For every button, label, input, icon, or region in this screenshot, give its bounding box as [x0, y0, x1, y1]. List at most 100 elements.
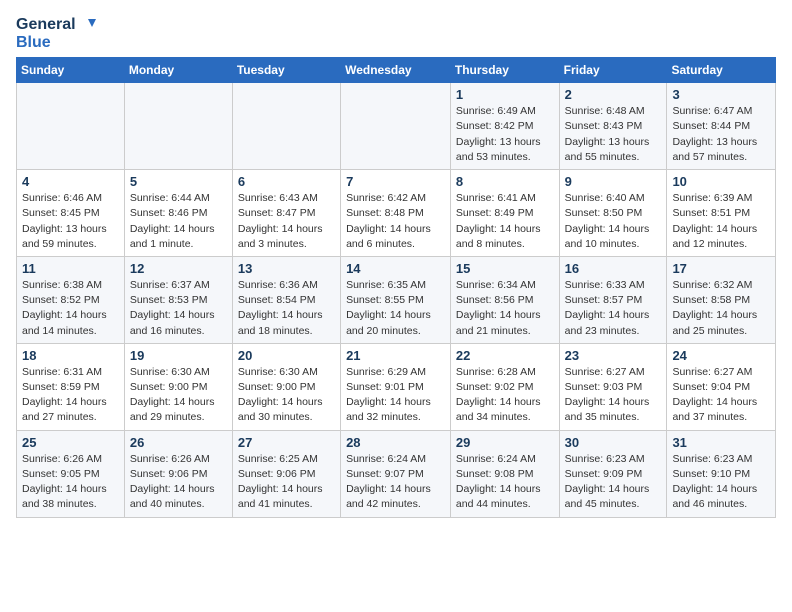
- calendar-cell: 10 Sunrise: 6:39 AM Sunset: 8:51 PM Dayli…: [667, 170, 776, 257]
- day-info: Sunrise: 6:48 AM Sunset: 8:43 PM Dayligh…: [565, 104, 662, 165]
- day-number: 1: [456, 87, 554, 102]
- calendar-cell: 24 Sunrise: 6:27 AM Sunset: 9:04 PM Dayli…: [667, 343, 776, 430]
- calendar-cell: 21 Sunrise: 6:29 AM Sunset: 9:01 PM Dayli…: [341, 343, 451, 430]
- day-info: Sunrise: 6:30 AM Sunset: 9:00 PM Dayligh…: [238, 365, 335, 426]
- calendar-cell: 11 Sunrise: 6:38 AM Sunset: 8:52 PM Dayli…: [17, 256, 125, 343]
- day-number: 22: [456, 348, 554, 363]
- calendar-cell: 20 Sunrise: 6:30 AM Sunset: 9:00 PM Dayli…: [232, 343, 340, 430]
- calendar-cell: 7 Sunrise: 6:42 AM Sunset: 8:48 PM Daylig…: [341, 170, 451, 257]
- calendar-cell: 5Sunrise: 6:44 AM Sunset: 8:46 PM Daylig…: [124, 170, 232, 257]
- day-info: Sunrise: 6:23 AM Sunset: 9:10 PM Dayligh…: [672, 452, 770, 513]
- day-number: 28: [346, 435, 445, 450]
- logo-general: General: [16, 16, 76, 34]
- calendar-cell: 17 Sunrise: 6:32 AM Sunset: 8:58 PM Dayli…: [667, 256, 776, 343]
- day-number: 11: [22, 261, 119, 276]
- day-info: Sunrise: 6:43 AM Sunset: 8:47 PM Dayligh…: [238, 191, 335, 252]
- day-number: 12: [130, 261, 227, 276]
- day-number: 8: [456, 174, 554, 189]
- day-header-friday: Friday: [559, 58, 667, 83]
- day-info: Sunrise: 6:34 AM Sunset: 8:56 PM Dayligh…: [456, 278, 554, 339]
- day-info: Sunrise: 6:47 AM Sunset: 8:44 PM Dayligh…: [672, 104, 770, 165]
- day-info: Sunrise: 6:26 AM Sunset: 9:06 PM Dayligh…: [130, 452, 227, 513]
- day-info: Sunrise: 6:27 AM Sunset: 9:03 PM Dayligh…: [565, 365, 662, 426]
- calendar-cell: 23Sunrise: 6:27 AM Sunset: 9:03 PM Dayli…: [559, 343, 667, 430]
- logo-blue: Blue: [16, 34, 96, 52]
- day-info: Sunrise: 6:42 AM Sunset: 8:48 PM Dayligh…: [346, 191, 445, 252]
- calendar-cell: 15 Sunrise: 6:34 AM Sunset: 8:56 PM Dayli…: [450, 256, 559, 343]
- week-row-5: 25 Sunrise: 6:26 AM Sunset: 9:05 PM Dayli…: [17, 430, 776, 517]
- day-info: Sunrise: 6:23 AM Sunset: 9:09 PM Dayligh…: [565, 452, 662, 513]
- calendar-cell: 18Sunrise: 6:31 AM Sunset: 8:59 PM Dayli…: [17, 343, 125, 430]
- day-header-tuesday: Tuesday: [232, 58, 340, 83]
- week-row-2: 4 Sunrise: 6:46 AM Sunset: 8:45 PM Daylig…: [17, 170, 776, 257]
- day-number: 14: [346, 261, 445, 276]
- day-header-saturday: Saturday: [667, 58, 776, 83]
- day-info: Sunrise: 6:38 AM Sunset: 8:52 PM Dayligh…: [22, 278, 119, 339]
- day-info: Sunrise: 6:24 AM Sunset: 9:07 PM Dayligh…: [346, 452, 445, 513]
- calendar-cell: 14 Sunrise: 6:35 AM Sunset: 8:55 PM Dayli…: [341, 256, 451, 343]
- calendar-cell: [341, 83, 451, 170]
- day-number: 21: [346, 348, 445, 363]
- calendar-cell: [232, 83, 340, 170]
- day-info: Sunrise: 6:32 AM Sunset: 8:58 PM Dayligh…: [672, 278, 770, 339]
- calendar-cell: 12 Sunrise: 6:37 AM Sunset: 8:53 PM Dayli…: [124, 256, 232, 343]
- calendar-cell: 16 Sunrise: 6:33 AM Sunset: 8:57 PM Dayli…: [559, 256, 667, 343]
- day-info: Sunrise: 6:28 AM Sunset: 9:02 PM Dayligh…: [456, 365, 554, 426]
- day-info: Sunrise: 6:36 AM Sunset: 8:54 PM Dayligh…: [238, 278, 335, 339]
- calendar-cell: 3 Sunrise: 6:47 AM Sunset: 8:44 PM Daylig…: [667, 83, 776, 170]
- day-number: 29: [456, 435, 554, 450]
- logo-text: General Blue: [16, 16, 96, 51]
- day-info: Sunrise: 6:39 AM Sunset: 8:51 PM Dayligh…: [672, 191, 770, 252]
- calendar-cell: 26 Sunrise: 6:26 AM Sunset: 9:06 PM Dayli…: [124, 430, 232, 517]
- calendar-cell: 9Sunrise: 6:40 AM Sunset: 8:50 PM Daylig…: [559, 170, 667, 257]
- day-header-wednesday: Wednesday: [341, 58, 451, 83]
- day-info: Sunrise: 6:46 AM Sunset: 8:45 PM Dayligh…: [22, 191, 119, 252]
- day-number: 30: [565, 435, 662, 450]
- day-number: 17: [672, 261, 770, 276]
- day-info: Sunrise: 6:49 AM Sunset: 8:42 PM Dayligh…: [456, 104, 554, 165]
- calendar-cell: 28 Sunrise: 6:24 AM Sunset: 9:07 PM Dayli…: [341, 430, 451, 517]
- day-number: 24: [672, 348, 770, 363]
- calendar-cell: 6 Sunrise: 6:43 AM Sunset: 8:47 PM Daylig…: [232, 170, 340, 257]
- calendar-cell: [124, 83, 232, 170]
- day-info: Sunrise: 6:33 AM Sunset: 8:57 PM Dayligh…: [565, 278, 662, 339]
- calendar-cell: 29 Sunrise: 6:24 AM Sunset: 9:08 PM Dayli…: [450, 430, 559, 517]
- week-row-1: 1 Sunrise: 6:49 AM Sunset: 8:42 PM Daylig…: [17, 83, 776, 170]
- day-number: 15: [456, 261, 554, 276]
- calendar-cell: [17, 83, 125, 170]
- day-info: Sunrise: 6:30 AM Sunset: 9:00 PM Dayligh…: [130, 365, 227, 426]
- day-info: Sunrise: 6:25 AM Sunset: 9:06 PM Dayligh…: [238, 452, 335, 513]
- calendar-cell: 1 Sunrise: 6:49 AM Sunset: 8:42 PM Daylig…: [450, 83, 559, 170]
- day-header-thursday: Thursday: [450, 58, 559, 83]
- day-info: Sunrise: 6:29 AM Sunset: 9:01 PM Dayligh…: [346, 365, 445, 426]
- day-info: Sunrise: 6:40 AM Sunset: 8:50 PM Dayligh…: [565, 191, 662, 252]
- day-info: Sunrise: 6:31 AM Sunset: 8:59 PM Dayligh…: [22, 365, 119, 426]
- day-number: 20: [238, 348, 335, 363]
- day-info: Sunrise: 6:26 AM Sunset: 9:05 PM Dayligh…: [22, 452, 119, 513]
- day-number: 31: [672, 435, 770, 450]
- calendar-cell: 31 Sunrise: 6:23 AM Sunset: 9:10 PM Dayli…: [667, 430, 776, 517]
- day-number: 25: [22, 435, 119, 450]
- logo-bird-icon: [78, 17, 96, 33]
- header-row: SundayMondayTuesdayWednesdayThursdayFrid…: [17, 58, 776, 83]
- day-info: Sunrise: 6:37 AM Sunset: 8:53 PM Dayligh…: [130, 278, 227, 339]
- calendar-cell: 8 Sunrise: 6:41 AM Sunset: 8:49 PM Daylig…: [450, 170, 559, 257]
- day-number: 26: [130, 435, 227, 450]
- day-info: Sunrise: 6:41 AM Sunset: 8:49 PM Dayligh…: [456, 191, 554, 252]
- day-number: 10: [672, 174, 770, 189]
- day-number: 16: [565, 261, 662, 276]
- day-number: 6: [238, 174, 335, 189]
- day-number: 19: [130, 348, 227, 363]
- day-number: 4: [22, 174, 119, 189]
- calendar-cell: 22 Sunrise: 6:28 AM Sunset: 9:02 PM Dayli…: [450, 343, 559, 430]
- day-header-sunday: Sunday: [17, 58, 125, 83]
- day-info: Sunrise: 6:44 AM Sunset: 8:46 PM Dayligh…: [130, 191, 227, 252]
- page-header: General Blue: [16, 16, 776, 51]
- day-info: Sunrise: 6:35 AM Sunset: 8:55 PM Dayligh…: [346, 278, 445, 339]
- day-info: Sunrise: 6:27 AM Sunset: 9:04 PM Dayligh…: [672, 365, 770, 426]
- calendar-cell: 25 Sunrise: 6:26 AM Sunset: 9:05 PM Dayli…: [17, 430, 125, 517]
- day-info: Sunrise: 6:24 AM Sunset: 9:08 PM Dayligh…: [456, 452, 554, 513]
- day-number: 7: [346, 174, 445, 189]
- day-number: 3: [672, 87, 770, 102]
- logo: General Blue: [16, 16, 96, 51]
